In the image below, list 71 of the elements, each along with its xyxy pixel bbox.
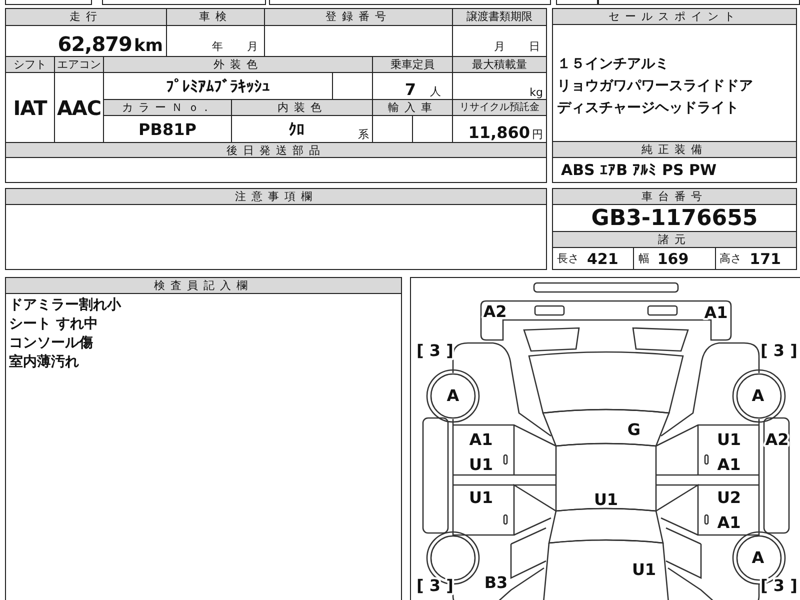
damage-mark: A1 [469, 430, 493, 449]
field-label: エアコン [55, 57, 103, 72]
damage-mark: U1 [716, 430, 742, 449]
damage-mark: U2 [716, 488, 742, 507]
damage-mark: U1 [468, 455, 494, 474]
field-label: 検査員記入欄 [6, 278, 401, 294]
damage-mark: G [627, 420, 641, 439]
damage-mark: [ 3 ] [760, 341, 798, 360]
damage-mark: A1 [704, 303, 728, 322]
inspector-note: コンソール傷 [9, 334, 94, 353]
spec-label: 幅 [638, 251, 650, 266]
damage-mark: A1 [717, 513, 741, 532]
color-number-value: PB81P [138, 120, 196, 138]
field-label: シフト [6, 57, 54, 72]
field-label: 乗車定員 [373, 57, 452, 72]
spec-value: 421 [587, 250, 618, 268]
field-label: セールスポイント [553, 9, 796, 25]
spec-label: 長さ [557, 251, 579, 266]
spec-value: 171 [750, 250, 781, 268]
inspector-note: シート すれ中 [9, 315, 99, 334]
unit-label: 円 [532, 127, 543, 142]
unit-label: 月 [494, 39, 505, 54]
field-label: 走行 [6, 9, 166, 25]
field-label: 登録番号 [265, 9, 452, 25]
damage-mark: U1 [632, 560, 656, 579]
field-label: カラーＮｏ. [104, 100, 231, 115]
damage-mark: A2 [765, 430, 789, 449]
exterior-color-value: ﾌﾟﾚﾐｱﾑﾌﾞﾗｷｯｼｭ [166, 76, 270, 96]
field-label: 輸入車 [373, 100, 452, 115]
field-label: 車台番号 [553, 189, 796, 205]
damage-mark: A2 [483, 302, 507, 321]
field-label: リサイクル預託金 [453, 100, 546, 115]
unit-label: 系 [358, 127, 369, 142]
unit-label: 日 [529, 39, 540, 54]
damage-mark: B3 [484, 573, 508, 592]
air-conditioner-value: AAC [56, 96, 102, 120]
inspector-note: ドアミラー割れ小 [9, 296, 122, 315]
damage-mark: A [446, 386, 460, 405]
spec-value: 169 [657, 250, 689, 268]
damage-mark: [ 3 ] [416, 341, 454, 360]
damage-mark: A1 [717, 455, 741, 474]
shift-value: IAT [13, 96, 47, 120]
unit-label: 人 [430, 84, 441, 99]
recycle-fee-value: 11,860 [468, 123, 530, 142]
sales-point-text: リョウガワパワースライドドア [557, 77, 754, 96]
unit-label: km [134, 36, 163, 56]
equipment-value: ABS ｴｱB ｱﾙﾐ PS PW [561, 161, 717, 179]
damage-mark: A [752, 386, 764, 405]
capacity-value: 7 [404, 80, 416, 99]
spec-label: 高さ [720, 251, 742, 266]
field-label: 注意事項欄 [6, 189, 546, 205]
field-label: 内装色 [232, 100, 372, 115]
unit-label: kg [530, 86, 543, 99]
field-label: 諸元 [553, 231, 796, 248]
damage-mark: U1 [594, 490, 618, 509]
field-label: 最大積載量 [453, 57, 546, 72]
field-label: 純正装備 [553, 141, 796, 158]
field-label: 外装色 [104, 57, 372, 72]
field-label: 車検 [167, 9, 264, 25]
sales-point-text: ディスチャージヘッドライト [557, 99, 740, 118]
field-label: 譲渡書類期限 [453, 9, 546, 25]
mileage-value: 62,879 [58, 32, 132, 56]
unit-label: 月 [247, 39, 258, 54]
inspector-note: 室内薄汚れ [9, 353, 80, 372]
damage-mark: A [752, 548, 764, 567]
field-label: 後日発送部品 [6, 143, 546, 157]
sales-point-text: １５インチアルミ [557, 55, 670, 74]
damage-mark: U1 [468, 488, 494, 507]
unit-label: 年 [212, 39, 223, 54]
chassis-number: GB3-1176655 [591, 206, 758, 230]
interior-color-value: ｸﾛ [288, 120, 306, 138]
